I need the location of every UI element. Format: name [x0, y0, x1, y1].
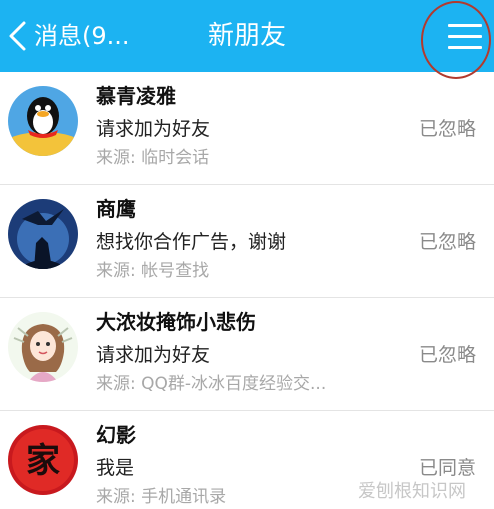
seal-character: 家 — [26, 441, 60, 481]
jia-seal-avatar-icon: 家 — [8, 425, 78, 495]
request-message: 我是 — [96, 457, 135, 479]
avatar[interactable] — [8, 199, 78, 269]
request-source: 来源: 临时会话 — [96, 148, 210, 168]
friend-request-row[interactable]: 慕青凌雅 请求加为好友 来源: 临时会话 已忽略 — [0, 72, 494, 185]
request-status: 已忽略 — [418, 231, 476, 253]
request-status: 已忽略 — [418, 118, 476, 140]
penguin-avatar-icon — [8, 86, 78, 156]
request-message: 请求加为好友 — [96, 118, 211, 140]
cartoon-girl-avatar-icon — [8, 312, 78, 382]
red-annotation-circle — [421, 1, 491, 79]
watermark: 爱刨根知识网 — [358, 481, 466, 502]
request-message: 请求加为好友 — [96, 344, 211, 366]
eagle-wolf-avatar-icon — [8, 199, 78, 269]
avatar[interactable] — [8, 312, 78, 382]
avatar[interactable]: 家 — [8, 425, 78, 495]
request-source: 来源: 手机通讯录 — [96, 487, 227, 507]
request-message: 想找你合作广告，谢谢 — [96, 231, 287, 253]
friend-name: 幻影 — [96, 423, 136, 447]
request-status: 已忽略 — [418, 344, 476, 366]
friend-request-row[interactable]: 商鹰 想找你合作广告，谢谢 来源: 帐号查找 已忽略 — [0, 185, 494, 298]
request-status: 已同意 — [418, 457, 476, 479]
avatar[interactable] — [8, 86, 78, 156]
request-source: 来源: QQ群-冰冰百度经验交... — [96, 374, 327, 394]
page-title: 新朋友 — [207, 21, 286, 51]
request-source: 来源: 帐号查找 — [96, 261, 210, 281]
top-bar: 消息(9... 新朋友 — [0, 0, 494, 79]
friend-request-row[interactable]: 大浓妆掩饰小悲伤 请求加为好友 来源: QQ群-冰冰百度经验交... 已忽略 — [0, 298, 494, 411]
friend-name: 商鹰 — [96, 197, 136, 221]
friend-name: 慕青凌雅 — [96, 84, 176, 108]
friend-name: 大浓妆掩饰小悲伤 — [96, 310, 256, 334]
